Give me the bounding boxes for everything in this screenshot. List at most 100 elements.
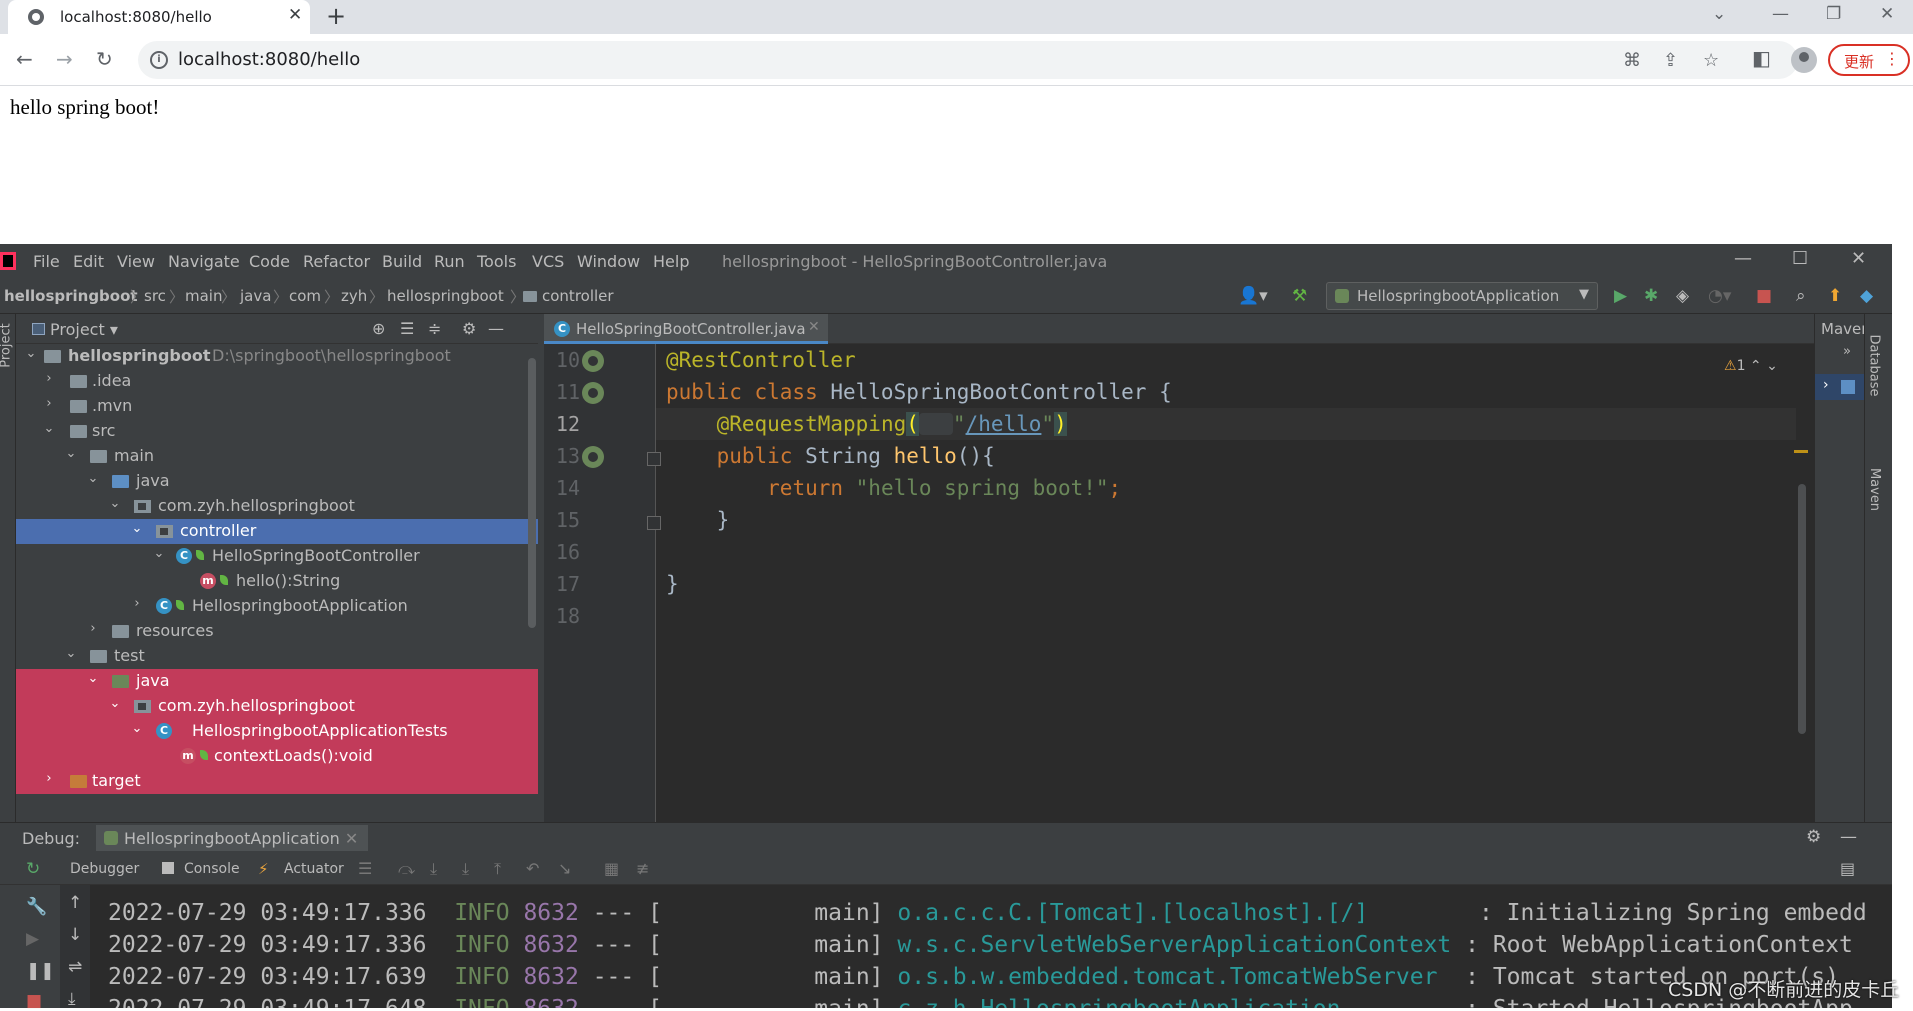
rerun-icon[interactable]: ↻ bbox=[26, 859, 40, 879]
chevron-right-icon[interactable]: › bbox=[130, 596, 144, 611]
back-icon[interactable]: ← bbox=[16, 47, 33, 71]
tab-console[interactable]: Console bbox=[184, 861, 240, 877]
resume-icon[interactable]: ▶ bbox=[26, 929, 39, 949]
menu-code[interactable]: Code bbox=[249, 252, 290, 271]
new-tab-button[interactable]: + bbox=[326, 2, 346, 30]
gear-icon[interactable]: ⚙ bbox=[1806, 827, 1821, 847]
jetbrains-toolbox-icon[interactable]: ◆ bbox=[1860, 286, 1873, 306]
ide-minimize-icon[interactable]: — bbox=[1734, 248, 1752, 269]
menu-edit[interactable]: Edit bbox=[73, 252, 104, 271]
coverage-icon[interactable]: ◈ bbox=[1676, 286, 1689, 306]
menu-window[interactable]: Window bbox=[577, 252, 640, 271]
ide-maximize-icon[interactable]: ☐ bbox=[1792, 248, 1808, 269]
tree-item[interactable]: › C HellospringbootApplication bbox=[16, 594, 538, 619]
browser-tab[interactable]: localhost:8080/hello ✕ bbox=[8, 0, 310, 34]
tree-item-highlighted[interactable]: ⌄ C HellospringbootApplicationTests bbox=[16, 719, 538, 744]
expand-all-icon[interactable]: ☰ bbox=[400, 319, 414, 338]
chevron-right-icon[interactable]: › bbox=[1823, 377, 1829, 393]
tree-item[interactable]: ⌄ java bbox=[16, 469, 538, 494]
chevron-down-icon[interactable]: ⌄ bbox=[42, 421, 56, 436]
chevron-down-icon[interactable]: ⌄ bbox=[86, 471, 100, 486]
breadcrumb-controller[interactable]: controller bbox=[523, 287, 614, 305]
step-out-icon[interactable]: ⤒ bbox=[494, 859, 501, 879]
breadcrumb-zyh[interactable]: zyh bbox=[341, 287, 367, 305]
drop-frame-icon[interactable]: ↶ bbox=[526, 859, 539, 878]
tree-item[interactable]: › .mvn bbox=[16, 394, 538, 419]
hide-panel-icon[interactable]: — bbox=[488, 319, 504, 338]
chevron-right-icon[interactable]: › bbox=[42, 771, 56, 786]
minimize-icon[interactable]: — bbox=[1772, 4, 1789, 24]
profiler-icon[interactable]: ◔▾ bbox=[1708, 286, 1731, 306]
chevron-down-icon[interactable]: ⌄ bbox=[108, 496, 122, 511]
tree-item[interactable]: m hello():String bbox=[16, 569, 538, 594]
locate-target-icon[interactable]: ⊕ bbox=[372, 319, 385, 338]
arrow-up-icon[interactable]: ↑ bbox=[68, 893, 82, 913]
arrow-down-icon[interactable]: ↓ bbox=[68, 925, 82, 945]
close-window-icon[interactable]: ✕ bbox=[1880, 4, 1894, 24]
tree-item-highlighted[interactable]: ⌄ com.zyh.hellospringboot bbox=[16, 694, 538, 719]
chevron-down-icon[interactable]: ⌄ bbox=[64, 446, 78, 461]
web-endpoint-icon[interactable] bbox=[918, 413, 953, 435]
spring-bean-gutter-icon[interactable] bbox=[582, 382, 604, 404]
search-icon[interactable]: ⌕ bbox=[1796, 286, 1806, 306]
tree-item[interactable]: › resources bbox=[16, 619, 538, 644]
step-into-icon[interactable]: ⤓ bbox=[430, 859, 437, 879]
inspection-widget[interactable]: ⚠1 ⌃ ⌄ bbox=[1724, 358, 1778, 374]
menu-help[interactable]: Help bbox=[653, 252, 689, 271]
bookmark-star-icon[interactable]: ☆ bbox=[1703, 50, 1719, 71]
tab-actuator[interactable]: Actuator bbox=[284, 861, 344, 877]
collapse-all-icon[interactable]: ≑ bbox=[428, 319, 441, 338]
share-icon[interactable]: ⇪ bbox=[1663, 50, 1678, 71]
soft-wrap-icon[interactable]: ⇌ bbox=[68, 957, 82, 977]
run-icon[interactable]: ▶ bbox=[1614, 286, 1627, 306]
more-menu-icon[interactable]: ⋮ bbox=[1884, 49, 1900, 68]
debug-session-tab[interactable]: HellospringbootApplication ✕ bbox=[96, 825, 369, 851]
warning-marker[interactable] bbox=[1794, 450, 1808, 453]
tree-item[interactable]: ⌄ src bbox=[16, 419, 538, 444]
run-configuration-selector[interactable]: HellospringbootApplication ▼ bbox=[1326, 282, 1598, 310]
code-area[interactable]: @RestController public class HelloSpring… bbox=[656, 344, 1796, 822]
trace-icon[interactable]: ≢ bbox=[636, 859, 649, 878]
update-ide-icon[interactable]: ⬆ bbox=[1828, 286, 1842, 306]
menu-navigate[interactable]: Navigate bbox=[168, 252, 240, 271]
tree-item[interactable]: ⌄ C HelloSpringBootController bbox=[16, 544, 538, 569]
update-button[interactable]: 更新 ⋮ bbox=[1828, 44, 1910, 76]
menu-tools[interactable]: Tools bbox=[477, 252, 516, 271]
profile-avatar[interactable] bbox=[1791, 47, 1817, 73]
tree-item-highlighted[interactable]: › target bbox=[16, 769, 538, 794]
tree-item[interactable]: › .idea bbox=[16, 369, 538, 394]
menu-build[interactable]: Build bbox=[382, 252, 422, 271]
chevron-down-icon[interactable]: ⌄ bbox=[64, 646, 78, 661]
forward-icon[interactable]: → bbox=[56, 47, 73, 71]
menu-view[interactable]: View bbox=[117, 252, 155, 271]
maven-project-item[interactable]: › bbox=[1815, 374, 1865, 400]
project-tool-window-button[interactable]: Project bbox=[0, 323, 14, 367]
tab-close-icon[interactable]: ✕ bbox=[288, 5, 302, 25]
run-to-cursor-icon[interactable]: ↘ bbox=[558, 859, 571, 878]
force-step-into-icon[interactable]: ⤓ bbox=[462, 859, 469, 879]
ide-close-icon[interactable]: ✕ bbox=[1851, 248, 1866, 269]
chevron-double-right-icon[interactable]: » bbox=[1843, 344, 1851, 359]
tree-item-root[interactable]: ⌄ hellospringboot D:\springboot\hellospr… bbox=[16, 344, 538, 369]
tree-item[interactable]: ⌄ main bbox=[16, 444, 538, 469]
chevron-down-icon[interactable]: ⌄ bbox=[152, 546, 166, 561]
debug-bug-icon[interactable]: ✱ bbox=[1644, 286, 1658, 306]
tab-debugger[interactable]: Debugger bbox=[70, 861, 139, 877]
side-panel-icon[interactable]: ◧ bbox=[1752, 46, 1771, 70]
menu-refactor[interactable]: Refactor bbox=[303, 252, 370, 271]
stop-icon[interactable]: ■ bbox=[26, 991, 42, 1011]
chevron-right-icon[interactable]: › bbox=[42, 396, 56, 411]
chevron-down-icon[interactable]: ⌄ bbox=[108, 696, 122, 711]
chevron-down-icon[interactable]: ⌄ bbox=[86, 671, 100, 686]
menu-file[interactable]: File bbox=[33, 252, 60, 271]
breadcrumb-java[interactable]: java bbox=[240, 287, 271, 305]
breadcrumb-src[interactable]: src bbox=[144, 287, 166, 305]
breadcrumb-main[interactable]: main bbox=[185, 287, 222, 305]
reload-icon[interactable]: ↻ bbox=[96, 47, 113, 71]
tree-item-selected[interactable]: ⌄ controller bbox=[16, 519, 538, 544]
build-hammer-icon[interactable]: ⚒ bbox=[1292, 286, 1307, 306]
hide-panel-icon[interactable]: — bbox=[1840, 827, 1857, 847]
chevron-right-icon[interactable]: › bbox=[86, 621, 100, 636]
site-info-icon[interactable]: i bbox=[150, 51, 168, 69]
restore-icon[interactable]: ❐ bbox=[1826, 4, 1841, 24]
